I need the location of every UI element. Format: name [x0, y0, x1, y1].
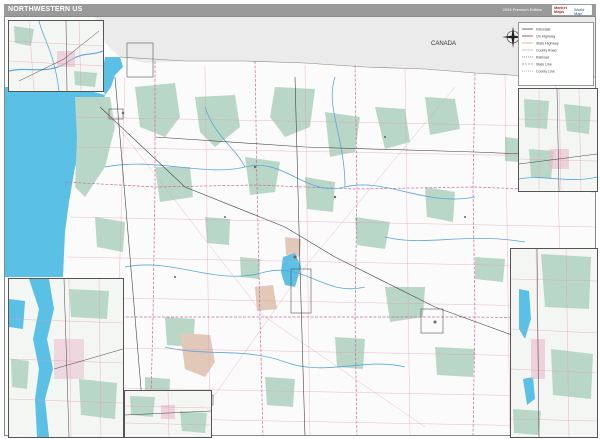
- map-poster: NORTHWESTERN US 2024 Premium Edition Mar…: [0, 0, 600, 439]
- inset-right-upper-svg: [519, 89, 597, 191]
- legend-item: Railroad: [536, 56, 549, 60]
- legend-item: State Line: [536, 63, 552, 67]
- compass-north: N: [512, 25, 514, 29]
- inset-right-lower-svg: [511, 249, 597, 437]
- brand-logo: Market Maps World Map: [552, 5, 592, 16]
- legend-item: Interstate: [536, 28, 551, 32]
- map-title: NORTHWESTERN US: [8, 6, 83, 13]
- inset-right-lower[interactable]: [510, 248, 598, 438]
- map-legend: Interstate US Highway State Highway Coun…: [518, 22, 594, 86]
- legend-swatches: [522, 28, 533, 72]
- inset-bottom-left[interactable]: [8, 278, 124, 438]
- inset-bottom-left-svg: [9, 279, 123, 437]
- inset-top-left[interactable]: [8, 20, 104, 92]
- legend-item: County Line: [536, 70, 555, 74]
- edition-label: 2024 Premium Edition: [502, 7, 542, 12]
- legend-item: County Road: [536, 49, 556, 53]
- inset-bottom-small-svg: [125, 391, 211, 437]
- canada-label: CANADA: [431, 41, 456, 47]
- legend-item: US Highway: [536, 35, 556, 39]
- legend-svg: Interstate US Highway State Highway Coun…: [522, 28, 559, 74]
- inset-top-left-svg: [9, 21, 103, 91]
- inset-right-upper[interactable]: [518, 88, 598, 192]
- brand-logo-line2: Maps: [554, 9, 565, 14]
- inset-bottom-small[interactable]: [124, 390, 212, 438]
- legend-item: State Highway: [536, 42, 559, 46]
- brand-logo-side: World Map: [574, 7, 585, 16]
- title-bar: NORTHWESTERN US 2024 Premium Edition Mar…: [4, 4, 596, 16]
